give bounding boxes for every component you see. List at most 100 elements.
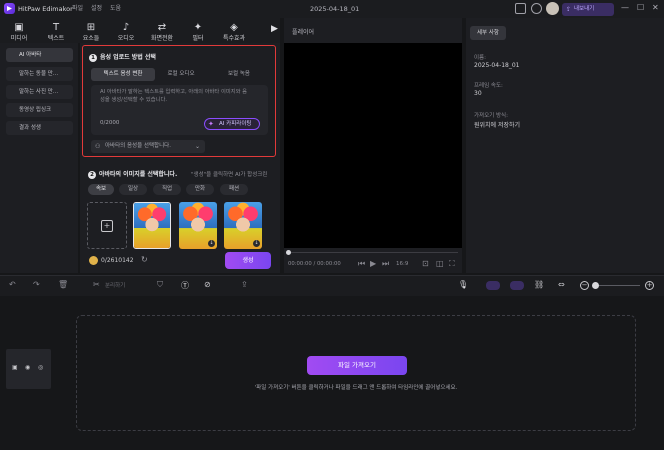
section2-heading: 2 아바타의 이미지를 선택합니다. [88, 169, 177, 179]
sidebar-item-talking-animal[interactable]: 말하는 동물 만... [6, 67, 73, 81]
export-button[interactable]: ⇪ 내보내기 [562, 3, 614, 16]
section2-hint: "생성"을 클릭하면 AI가 합성크린 [191, 172, 268, 178]
chip-breaking[interactable]: 속보 [88, 184, 114, 195]
player-time: 00:00:00 / 00:00:00 [288, 261, 341, 267]
name-label: 이름: [474, 55, 486, 61]
ai-copywriting-button[interactable]: ✦ AI 카피라이팅 [204, 118, 260, 130]
menu-file[interactable]: 파일 [72, 0, 83, 18]
seek-handle[interactable] [286, 250, 291, 255]
next-frame-icon[interactable]: ⏭ [382, 259, 389, 269]
avatar-thumbnail[interactable] [133, 202, 171, 249]
undo-icon[interactable]: ↶ [9, 280, 16, 289]
credits-value: 0/2610142 [101, 257, 134, 264]
sidebar-item-ai-avatar[interactable]: AI 아바타 [6, 48, 73, 62]
tool-effects[interactable]: ◈ 특수효과 [216, 20, 252, 42]
generate-button[interactable]: 생성 [225, 252, 271, 269]
download-icon[interactable]: ↓ [208, 240, 215, 247]
upload-avatar-button[interactable]: + [87, 202, 127, 249]
tab-local-audio[interactable]: 로컬 오디오 [158, 68, 204, 81]
drop-hint: '파일 가져오기' 버튼을 클릭하거나 파일을 드래그 앤 드롭하여 타임라인에… [254, 385, 458, 391]
mask-icon[interactable]: ⛉ [157, 280, 163, 290]
chip-fashion[interactable]: 패션 [220, 184, 248, 195]
track-visibility-icon[interactable]: ◉ [25, 364, 30, 371]
fit-icon[interactable]: ⇔ [558, 280, 565, 289]
clear-format-icon[interactable]: ⊘ [204, 280, 211, 289]
elements-icon: ⊞ [86, 22, 96, 33]
screenshot-icon[interactable]: ⊡ [422, 259, 429, 268]
chip-job[interactable]: 직업 [153, 184, 181, 195]
delete-icon[interactable]: 🗑 [58, 280, 68, 289]
import-file-button[interactable]: 파일 가져오기 [307, 356, 407, 375]
avatar-thumbnail[interactable]: ↓ [179, 202, 217, 249]
details-panel [466, 18, 664, 273]
project-title: 2025-04-18_01 [310, 5, 360, 13]
tab-details[interactable]: 세부 사항 [470, 26, 506, 40]
sidebar-item-results[interactable]: 결과 성생 [6, 121, 73, 135]
tool-filter[interactable]: ✦ 필터 [180, 20, 216, 42]
magnet-snap-icon[interactable] [486, 281, 500, 290]
seek-bar[interactable] [288, 252, 458, 253]
zoom-slider-handle[interactable] [592, 282, 599, 289]
avatar[interactable] [546, 2, 559, 15]
maximize-icon[interactable]: ☐ [637, 3, 644, 12]
text-icon: T [52, 22, 60, 33]
avatar-thumbnail[interactable]: ↓ [224, 202, 262, 249]
tool-transition[interactable]: ⇄ 화면전환 [144, 20, 180, 42]
split-label[interactable]: 분리하기 [105, 281, 125, 289]
export-frame-icon[interactable]: ⇪ [241, 280, 248, 289]
filter-icon: ✦ [193, 22, 203, 33]
media-icon: ▣ [14, 22, 24, 33]
title-bar: HitPaw Edimakor 파일 설정 도움 2025-04-18_01 ⇪… [0, 0, 664, 18]
prev-frame-icon[interactable]: ⏮ [358, 259, 365, 269]
track-lock-icon[interactable]: ▣ [12, 364, 18, 371]
tool-media[interactable]: ▣ 미디어 [1, 20, 37, 42]
name-value: 2025-04-18_01 [474, 62, 520, 69]
char-counter: 0/2000 [100, 120, 120, 126]
menu-help[interactable]: 도움 [110, 0, 121, 18]
text-tool-icon[interactable]: Ⓣ [181, 280, 189, 291]
split-icon[interactable]: ✂ [93, 280, 100, 289]
import-value: 원위치에 저장하기 [474, 122, 521, 129]
redo-icon[interactable]: ↷ [33, 280, 40, 289]
tool-audio[interactable]: ♪ 오디오 [108, 20, 144, 42]
feedback-icon[interactable] [515, 3, 526, 14]
app-name: HitPaw Edimakor [18, 5, 73, 13]
quality-icon[interactable]: ◫ [436, 259, 444, 268]
export-label: 내보내기 [574, 6, 595, 12]
sidebar-item-lipsync[interactable]: 동영상 립싱크 [6, 103, 73, 117]
fullscreen-icon[interactable]: ⛶ [449, 259, 455, 269]
sidebar-item-talking-photo[interactable]: 말하는 사진 만... [6, 85, 73, 99]
tool-text[interactable]: T 텍스트 [38, 20, 74, 42]
play-icon[interactable]: ▶ [370, 259, 376, 268]
download-icon[interactable]: ↓ [253, 240, 260, 247]
toolbar-next-icon[interactable]: ▶ [271, 24, 278, 34]
video-preview [284, 43, 462, 248]
zoom-out-icon[interactable]: − [580, 281, 589, 290]
minimize-icon[interactable]: — [621, 3, 629, 12]
chip-daily[interactable]: 일상 [119, 184, 147, 195]
link-tracks-icon[interactable] [510, 281, 524, 290]
download-icon[interactable] [531, 3, 542, 14]
track-header: ▣ ◉ ◎ [6, 349, 51, 389]
tab-tts[interactable]: 텍스트 음성 변환 [91, 68, 155, 81]
ai-sidebar: AI 아바타 말하는 동물 만... 말하는 사진 만... 동영상 립싱크 결… [0, 43, 78, 273]
menu-settings[interactable]: 설정 [91, 0, 102, 18]
script-textarea[interactable]: AI 아바타가 말하는 텍스트를 입력하고, 아래의 아바타 이미지와 음성을 … [91, 85, 268, 135]
chain-icon[interactable]: ⛓ [534, 280, 544, 289]
section1-heading: 1 음성 업로드 방법 선택 [89, 52, 156, 62]
zoom-in-icon[interactable]: + [645, 281, 654, 290]
zoom-slider[interactable] [594, 285, 640, 286]
refresh-icon[interactable]: ↻ [141, 255, 148, 264]
microphone-icon[interactable]: 🎙 [458, 280, 468, 289]
fps-label: 프레임 속도: [474, 83, 503, 89]
voice-select-dropdown[interactable]: ⚇ 아바타의 음성을 선택합니다. ⌄ [91, 140, 205, 153]
app-logo-icon [4, 3, 15, 14]
close-icon[interactable]: ✕ [652, 3, 659, 12]
aspect-ratio[interactable]: 16:9 [396, 261, 408, 267]
chip-cartoon[interactable]: 만화 [186, 184, 214, 195]
tab-vocal-record[interactable]: 보컬 녹음 [216, 68, 262, 81]
player-title: 플레이어 [292, 29, 315, 36]
track-audio-icon[interactable]: ◎ [38, 364, 43, 371]
tool-elements[interactable]: ⊞ 요소들 [73, 20, 109, 42]
transition-icon: ⇄ [157, 22, 167, 33]
